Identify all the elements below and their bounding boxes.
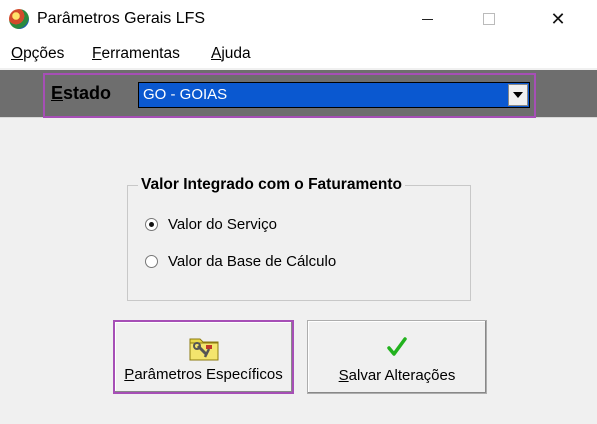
app-icon — [9, 9, 29, 29]
save-changes-label: Salvar Alterações — [338, 367, 456, 384]
radio-label[interactable]: Valor da Base de Cálculo — [168, 253, 336, 270]
radio-checked-icon[interactable] — [145, 218, 158, 231]
specific-parameters-label: Parâmetros Específicos — [124, 366, 283, 383]
menu-bar: Opções Ferramentas Ajuda — [0, 38, 597, 68]
state-select[interactable]: GO - GOIAS — [138, 82, 530, 108]
integration-value-group — [127, 185, 471, 301]
close-button[interactable]: ✕ — [535, 0, 581, 38]
window-title: Parâmetros Gerais LFS — [37, 10, 206, 27]
maximize-button[interactable] — [466, 0, 512, 38]
state-selected-value: GO - GOIAS — [143, 86, 228, 103]
folder-tools-icon — [189, 338, 218, 361]
menu-ferramentas[interactable]: Ferramentas — [92, 45, 180, 63]
dropdown-arrow-button[interactable] — [508, 84, 528, 106]
radio-valor-base-calculo[interactable]: Valor da Base de Cálculo — [145, 253, 336, 270]
minimize-icon — [421, 18, 433, 20]
menu-opcoes[interactable]: Opções — [11, 45, 64, 63]
green-checkmark-icon — [387, 337, 407, 356]
specific-parameters-button[interactable]: Parâmetros Específicos — [113, 320, 294, 394]
radio-valor-servico[interactable]: Valor do Serviço — [145, 216, 277, 233]
maximize-icon — [483, 13, 495, 25]
chevron-down-icon — [513, 92, 523, 98]
radio-label[interactable]: Valor do Serviço — [168, 216, 277, 233]
save-changes-button[interactable]: Salvar Alterações — [307, 320, 487, 394]
minimize-button[interactable] — [404, 0, 450, 38]
close-icon: ✕ — [550, 8, 566, 29]
title-bar: Parâmetros Gerais LFS ✕ — [0, 0, 597, 38]
menu-ajuda[interactable]: Ajuda — [211, 45, 251, 63]
radio-unchecked-icon[interactable] — [145, 255, 158, 268]
group-title: Valor Integrado com o Faturamento — [138, 176, 405, 194]
state-label: Estado — [51, 83, 112, 103]
